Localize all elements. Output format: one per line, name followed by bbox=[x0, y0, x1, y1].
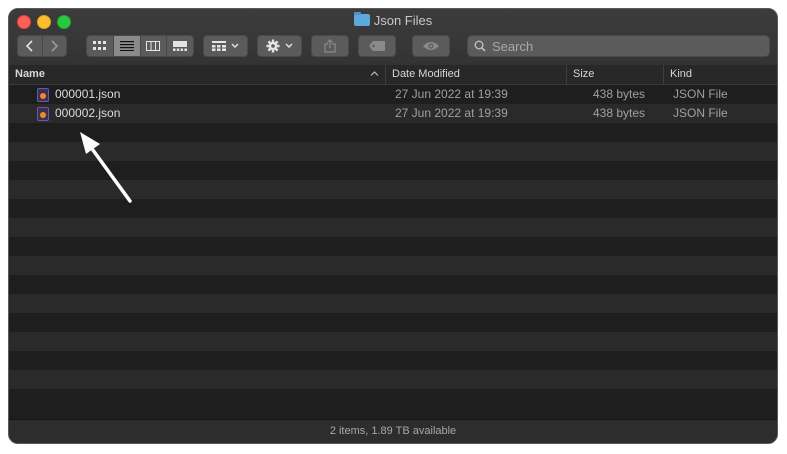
json-file-icon bbox=[37, 88, 49, 102]
empty-row bbox=[9, 237, 777, 256]
file-row[interactable]: 000001.json 27 Jun 2022 at 19:39 438 byt… bbox=[9, 85, 777, 104]
file-list: 000001.json 27 Jun 2022 at 19:39 438 byt… bbox=[9, 85, 777, 421]
column-kind-label: Kind bbox=[670, 68, 693, 80]
file-name: 000001.json bbox=[55, 87, 121, 101]
gear-icon bbox=[266, 39, 279, 53]
search-field[interactable] bbox=[467, 35, 770, 57]
group-by-button[interactable] bbox=[203, 35, 248, 57]
search-icon bbox=[474, 40, 486, 52]
share-icon bbox=[324, 39, 336, 53]
empty-row bbox=[9, 256, 777, 275]
empty-row bbox=[9, 351, 777, 370]
window-title: Json Files bbox=[373, 13, 433, 28]
share-button[interactable] bbox=[311, 35, 349, 57]
tag-icon bbox=[369, 41, 385, 51]
file-name: 000002.json bbox=[55, 106, 121, 120]
column-name-label: Name bbox=[15, 68, 45, 80]
file-size: 438 bytes bbox=[593, 87, 646, 101]
empty-row bbox=[9, 294, 777, 313]
nav-buttons bbox=[17, 35, 67, 57]
chevron-down-icon bbox=[231, 43, 238, 48]
icon-view-button[interactable] bbox=[87, 36, 114, 56]
column-date-modified[interactable]: Date Modified bbox=[385, 65, 566, 84]
icon-view-icon bbox=[93, 41, 107, 50]
json-file-icon bbox=[37, 107, 49, 121]
empty-row bbox=[9, 389, 777, 408]
empty-row bbox=[9, 275, 777, 294]
empty-row bbox=[9, 142, 777, 161]
file-size: 438 bytes bbox=[593, 106, 646, 120]
column-date-modified-label: Date Modified bbox=[392, 68, 460, 80]
chevron-down-icon bbox=[285, 43, 292, 48]
file-kind: JSON File bbox=[673, 106, 728, 120]
file-date-modified: 27 Jun 2022 at 19:39 bbox=[395, 87, 508, 101]
file-kind: JSON File bbox=[673, 87, 728, 101]
file-row[interactable]: 000002.json 27 Jun 2022 at 19:39 438 byt… bbox=[9, 104, 777, 123]
eye-icon bbox=[423, 42, 439, 50]
finder-window: Json Files Search Name Date Modified Siz… bbox=[8, 8, 778, 444]
tag-button[interactable] bbox=[358, 35, 396, 57]
column-header: Name Date Modified Size Kind bbox=[9, 65, 777, 85]
empty-row bbox=[9, 199, 777, 218]
status-text: 2 items, 1.89 TB available bbox=[329, 425, 457, 437]
folder-icon bbox=[353, 12, 370, 26]
quick-look-button[interactable] bbox=[412, 35, 450, 57]
chevron-right-icon bbox=[51, 40, 59, 52]
empty-row bbox=[9, 218, 777, 237]
empty-row bbox=[9, 180, 777, 199]
gallery-view-icon bbox=[173, 41, 188, 51]
empty-row bbox=[9, 313, 777, 332]
list-view-icon bbox=[119, 41, 134, 51]
column-view-icon bbox=[146, 41, 161, 51]
empty-row bbox=[9, 370, 777, 389]
empty-row bbox=[9, 161, 777, 180]
view-mode-control bbox=[86, 35, 194, 57]
chevron-left-icon bbox=[25, 40, 33, 52]
action-button[interactable] bbox=[257, 35, 302, 57]
empty-row bbox=[9, 123, 777, 142]
window-title-bar: Json Files bbox=[9, 12, 777, 30]
gallery-view-button[interactable] bbox=[167, 36, 193, 56]
back-button[interactable] bbox=[18, 36, 43, 56]
column-kind[interactable]: Kind bbox=[663, 65, 777, 84]
sort-ascending-icon bbox=[370, 65, 379, 84]
toolbar: Json Files bbox=[9, 9, 777, 66]
column-name[interactable]: Name bbox=[9, 65, 385, 84]
column-view-button[interactable] bbox=[140, 36, 168, 56]
list-view-button[interactable] bbox=[113, 36, 141, 56]
forward-button[interactable] bbox=[42, 36, 66, 56]
search-input[interactable] bbox=[490, 37, 754, 55]
empty-row bbox=[9, 332, 777, 351]
group-by-icon bbox=[211, 41, 226, 51]
column-size[interactable]: Size bbox=[566, 65, 663, 84]
file-date-modified: 27 Jun 2022 at 19:39 bbox=[395, 106, 508, 120]
column-size-label: Size bbox=[573, 68, 595, 80]
status-bar: 2 items, 1.89 TB available bbox=[9, 419, 777, 443]
